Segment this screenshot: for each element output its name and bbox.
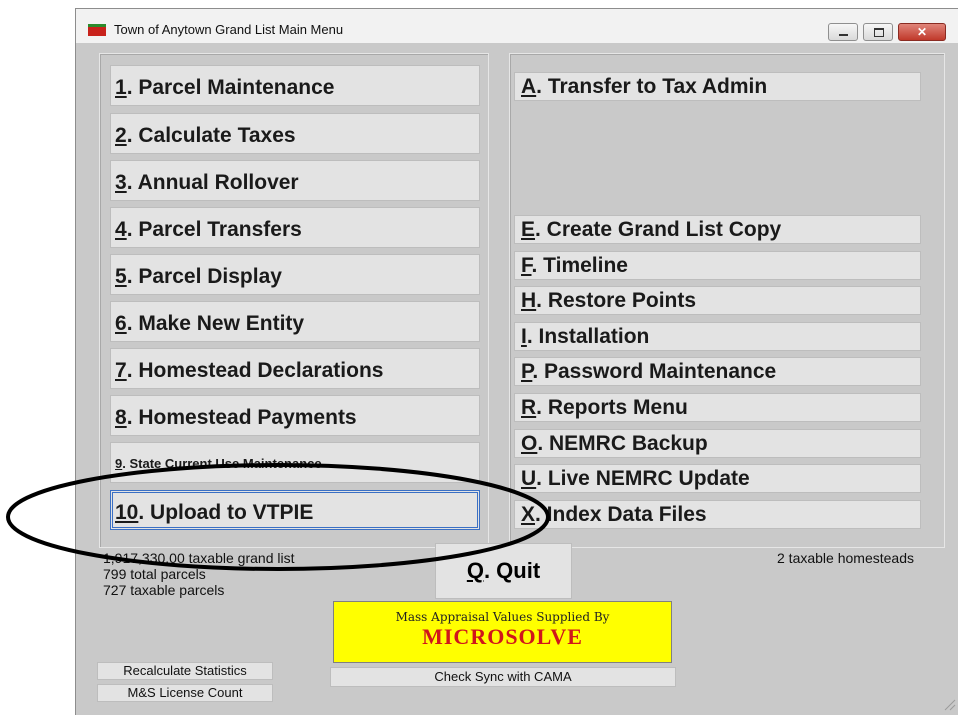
minimize-button[interactable] <box>828 23 858 41</box>
menu-button-password-maintenance[interactable]: P. Password Maintenance <box>514 357 921 386</box>
menu-button-homestead-declarations[interactable]: 7. Homestead Declarations <box>110 348 480 389</box>
menu-button-parcel-maintenance[interactable]: 1. Parcel Maintenance <box>110 65 480 106</box>
menu-button-upload-vtpie[interactable]: 10. Upload to VTPIE <box>110 490 480 530</box>
microsolve-banner[interactable]: Mass Appraisal Values Supplied By MICROS… <box>333 601 672 663</box>
menu-button-nemrc-backup[interactable]: O. NEMRC Backup <box>514 429 921 458</box>
resize-grip-icon[interactable] <box>942 697 956 711</box>
menu-button-installation[interactable]: I. Installation <box>514 322 921 351</box>
menu-button-parcel-display[interactable]: 5. Parcel Display <box>110 254 480 295</box>
stat-taxable-homesteads: 2 taxable homesteads <box>777 550 914 566</box>
stat-grand-list: 1,917,330.00 taxable grand list <box>103 550 295 566</box>
menu-button-transfer-tax-admin[interactable]: A. Transfer to Tax Admin <box>514 72 921 101</box>
license-count-button[interactable]: M&S License Count <box>97 684 273 702</box>
stat-taxable-parcels: 727 taxable parcels <box>103 582 225 598</box>
recalculate-statistics-button[interactable]: Recalculate Statistics <box>97 662 273 680</box>
stat-total-parcels: 799 total parcels <box>103 566 206 582</box>
main-window: Town of Anytown Grand List Main Menu 1. … <box>75 8 958 715</box>
menu-button-make-new-entity[interactable]: 6. Make New Entity <box>110 301 480 342</box>
title-bar[interactable]: Town of Anytown Grand List Main Menu <box>76 9 958 43</box>
menu-button-live-nemrc-update[interactable]: U. Live NEMRC Update <box>514 464 921 493</box>
menu-button-reports-menu[interactable]: R. Reports Menu <box>514 393 921 422</box>
menu-button-homestead-payments[interactable]: 8. Homestead Payments <box>110 395 480 436</box>
close-button[interactable] <box>898 23 946 41</box>
menu-button-state-current-use[interactable]: 9. State Current Use Maintenance <box>110 442 480 483</box>
check-sync-cama-button[interactable]: Check Sync with CAMA <box>330 667 676 687</box>
menu-button-calculate-taxes[interactable]: 2. Calculate Taxes <box>110 113 480 154</box>
window-title: Town of Anytown Grand List Main Menu <box>114 22 344 37</box>
menu-button-restore-points[interactable]: H. Restore Points <box>514 286 921 315</box>
menu-button-parcel-transfers[interactable]: 4. Parcel Transfers <box>110 207 480 248</box>
menu-button-annual-rollover[interactable]: 3. Annual Rollover <box>110 160 480 201</box>
maximize-button[interactable] <box>863 23 893 41</box>
banner-brand: MICROSOLVE <box>422 624 583 649</box>
app-icon <box>88 24 106 36</box>
menu-button-timeline[interactable]: F. Timeline <box>514 251 921 280</box>
menu-button-create-grand-list-copy[interactable]: E. Create Grand List Copy <box>514 215 921 244</box>
banner-caption: Mass Appraisal Values Supplied By <box>395 610 610 624</box>
menu-button-index-data-files[interactable]: X. Index Data Files <box>514 500 921 529</box>
quit-button[interactable]: Q. Quit <box>435 543 572 599</box>
